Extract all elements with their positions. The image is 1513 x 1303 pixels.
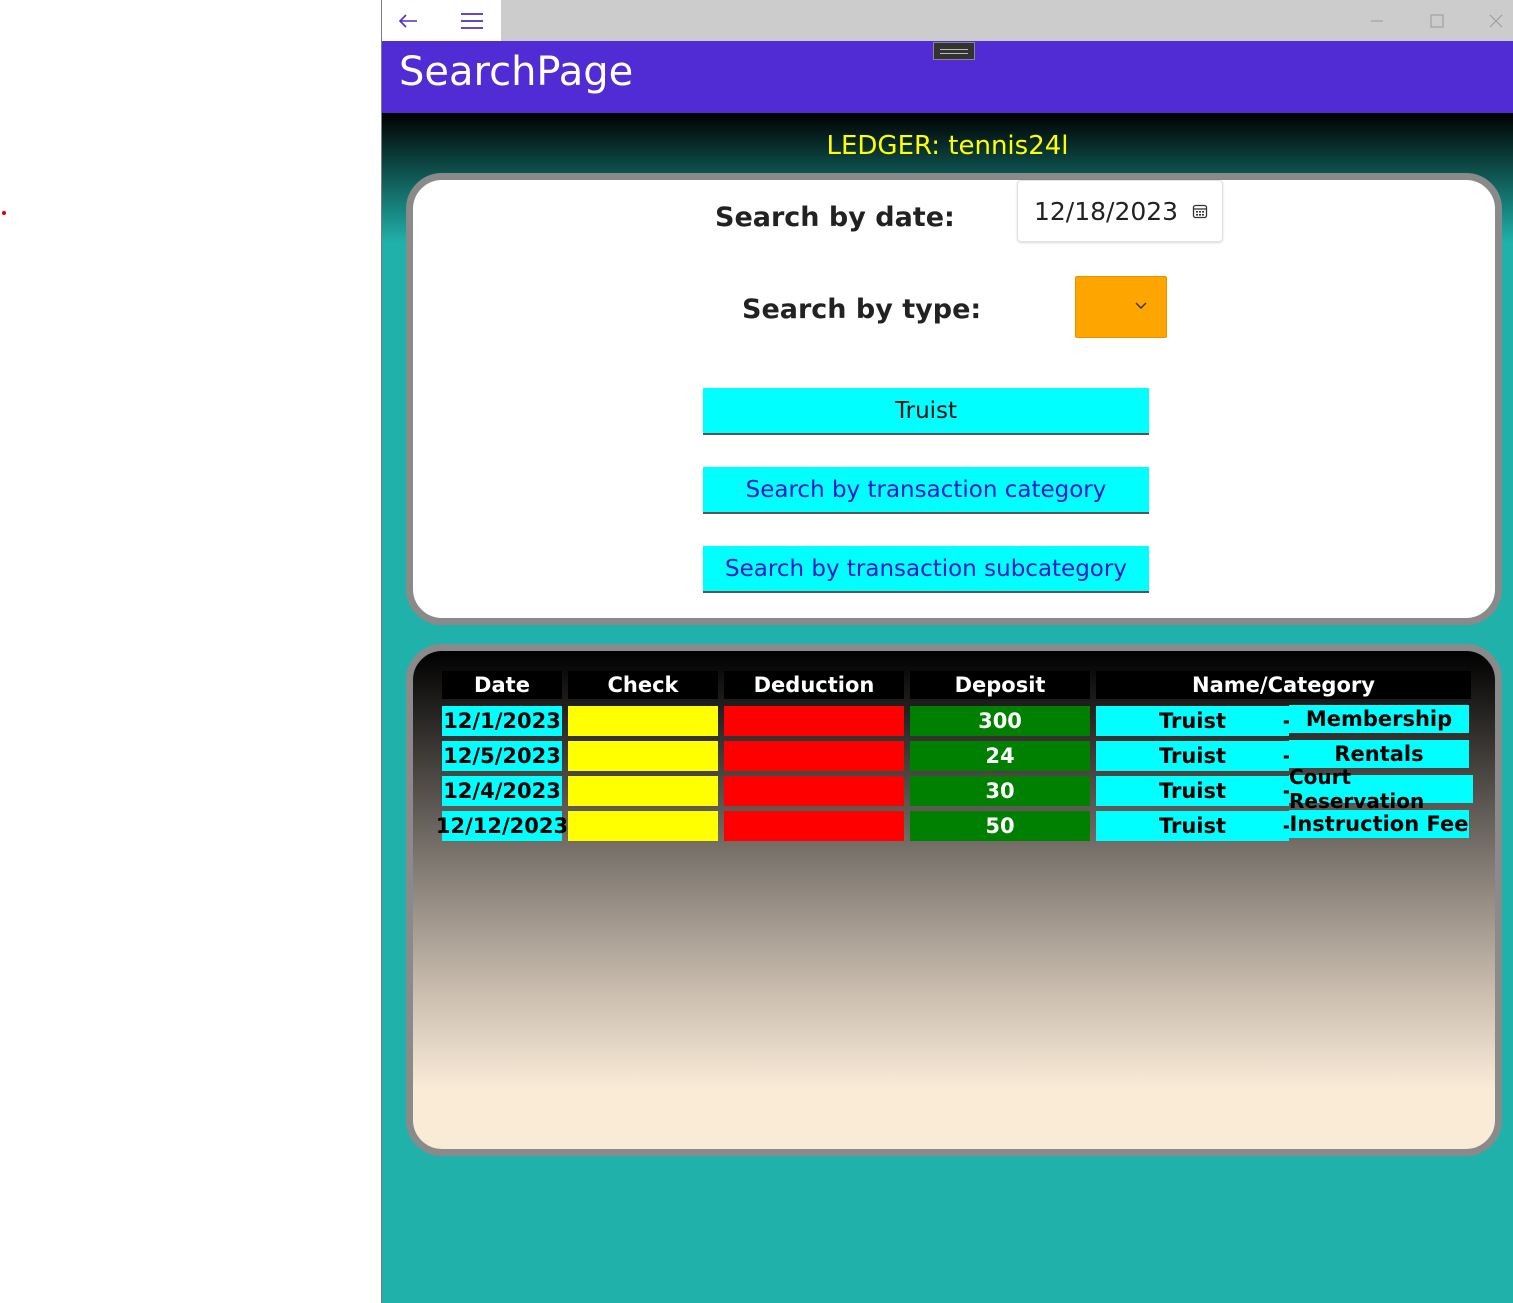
page-content: LEDGER: tennis24l Search by date: 12/18/…	[382, 113, 1513, 1303]
row-deposit: 30	[910, 776, 1090, 806]
minimize-button[interactable]	[1348, 0, 1406, 41]
row-name: Truist	[1096, 776, 1289, 806]
row-check	[568, 706, 718, 736]
hamburger-menu-icon	[461, 12, 483, 29]
app-bar: SearchPage	[382, 41, 1513, 113]
close-button[interactable]	[1467, 0, 1513, 41]
row-deduction	[724, 741, 904, 771]
row-category: Court Reservation	[1289, 765, 1473, 813]
search-by-type-label: Search by type:	[742, 294, 982, 325]
row-check	[568, 776, 718, 806]
row-deduction	[724, 776, 904, 806]
search-by-subcategory-button[interactable]: Search by transaction subcategory	[703, 546, 1149, 593]
drag-grip-icon[interactable]	[933, 42, 975, 60]
row-date: 12/5/2023	[442, 741, 562, 771]
row-deposit: 24	[910, 741, 1090, 771]
hamburger-menu-button[interactable]	[446, 0, 498, 41]
date-picker-value: 12/18/2023	[1034, 197, 1179, 226]
minimize-icon	[1371, 20, 1383, 21]
row-name: Truist	[1096, 741, 1289, 771]
row-category: Instruction Fee	[1289, 810, 1469, 838]
ledger-label: LEDGER: tennis24l	[826, 131, 1069, 161]
results-panel: Date Check Deduction Deposit Name/Catego…	[406, 644, 1502, 1156]
row-deposit: 300	[910, 706, 1090, 736]
title-bar	[382, 0, 1513, 41]
row-category: Membership	[1289, 705, 1469, 733]
row-date: 12/4/2023	[442, 776, 562, 806]
row-date: 12/1/2023	[442, 706, 562, 736]
maximize-icon	[1430, 14, 1444, 27]
calendar-icon	[1192, 204, 1208, 219]
header-deduction: Deduction	[724, 671, 904, 699]
row-check	[568, 811, 718, 841]
back-arrow-icon	[398, 13, 417, 28]
maximize-button[interactable]	[1408, 0, 1466, 41]
truist-button[interactable]: Truist	[703, 388, 1149, 435]
row-name: Truist	[1096, 811, 1289, 841]
chevron-down-icon	[1135, 302, 1147, 309]
row-deduction	[724, 706, 904, 736]
nav-area	[382, 0, 501, 41]
cursor-dot	[2, 211, 6, 215]
close-icon	[1489, 14, 1503, 27]
row-deposit: 50	[910, 811, 1090, 841]
search-panel: Search by date: 12/18/2023 Search by typ…	[406, 173, 1502, 625]
header-name-category: Name/Category	[1096, 671, 1471, 699]
header-deposit: Deposit	[910, 671, 1090, 699]
header-check: Check	[568, 671, 718, 699]
header-date: Date	[442, 671, 562, 699]
app-window: SearchPage LEDGER: tennis24l Search by d…	[381, 0, 1513, 1303]
type-picker[interactable]	[1075, 276, 1167, 338]
search-by-category-button[interactable]: Search by transaction category	[703, 467, 1149, 514]
row-deduction	[724, 811, 904, 841]
row-check	[568, 741, 718, 771]
row-date: 12/12/2023	[436, 811, 568, 841]
back-button[interactable]	[382, 0, 434, 41]
date-picker[interactable]: 12/18/2023	[1017, 180, 1223, 242]
row-name: Truist	[1096, 706, 1289, 736]
row-category: Rentals	[1289, 740, 1469, 768]
page-title: SearchPage	[399, 49, 634, 95]
search-by-date-label: Search by date:	[715, 202, 955, 233]
